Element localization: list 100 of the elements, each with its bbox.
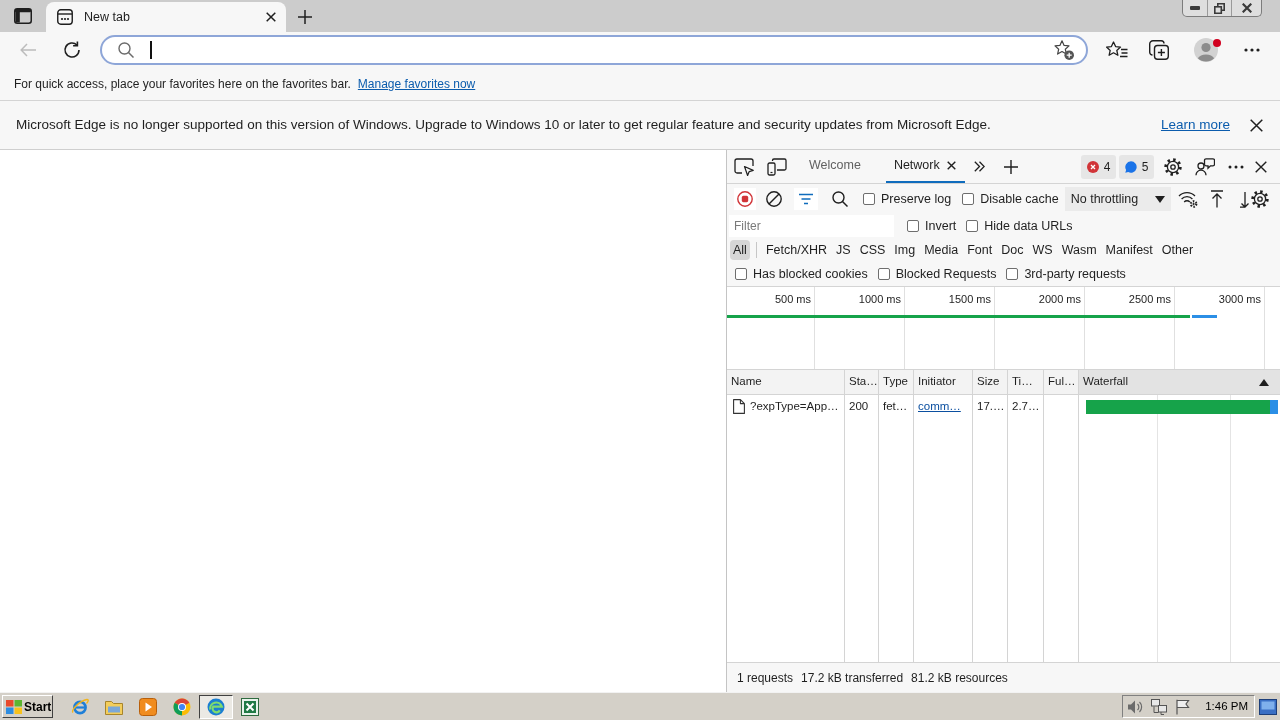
tick-label: 2500 ms	[1128, 292, 1171, 307]
checkbox-label: 3rd-party requests	[1024, 265, 1126, 283]
column-header[interactable]: Size	[973, 370, 1007, 395]
network-conditions-icon[interactable]	[1177, 190, 1198, 208]
clear-icon[interactable]	[766, 191, 782, 207]
message-icon	[1124, 160, 1137, 173]
request-name[interactable]: ?expType=App…	[750, 397, 839, 416]
column-header[interactable]: Initiator	[914, 370, 972, 395]
file-icon	[733, 399, 745, 414]
close-icon[interactable]	[1250, 118, 1263, 132]
ring-circle-icon	[173, 697, 191, 716]
checkbox-label: Preserve log	[881, 190, 952, 208]
type-filter[interactable]: Wasm	[1058, 240, 1100, 260]
checkbox[interactable]	[966, 220, 979, 232]
type-filter[interactable]: Fetch/XHR	[762, 240, 831, 260]
devtools-tab[interactable]: Welcome	[800, 150, 870, 183]
type-filter[interactable]: Other	[1158, 240, 1197, 260]
checkbox[interactable]	[907, 220, 919, 232]
unsupported-windows-message: Microsoft Edge is no longer supported on this version of Windows. Upgrade to Windows 10 or later to get regular feature and security updates from Microsoft Edge.	[16, 115, 991, 134]
devtools-tab[interactable]: Network	[885, 150, 965, 183]
download-icon[interactable]	[1238, 190, 1251, 208]
throttling-select[interactable]: No throttling	[1064, 187, 1171, 211]
checkbox-label: Hide data URLs	[984, 217, 1073, 235]
type-filter[interactable]: Doc	[998, 240, 1027, 260]
collections-icon[interactable]	[1149, 40, 1169, 60]
caret-down-icon	[1154, 195, 1165, 203]
type-filter[interactable]: Font	[964, 240, 996, 260]
refresh-icon[interactable]	[63, 41, 81, 59]
checkbox[interactable]	[962, 193, 975, 205]
show-desktop-icon[interactable]	[1259, 698, 1277, 715]
speaker-icon[interactable]	[1127, 698, 1144, 715]
favorites-bar-message: For quick access, place your favorites here on the favorites bar.	[14, 76, 351, 93]
settings-icon[interactable]	[1164, 157, 1182, 176]
new-tab-icon[interactable]	[298, 10, 312, 24]
type-filter[interactable]: Media	[921, 240, 962, 260]
table-cell-text: fet…	[882, 398, 909, 414]
avatar-icon[interactable]	[1194, 38, 1218, 62]
close-icon[interactable]	[1255, 160, 1267, 173]
close-icon	[1241, 3, 1252, 13]
settings-icon[interactable]	[1251, 190, 1269, 208]
device-icon[interactable]	[767, 157, 787, 176]
column-header[interactable]: Waterfall	[1079, 370, 1280, 395]
column-header[interactable]: Type	[879, 370, 913, 395]
browser-tab[interactable]: New tab	[46, 2, 286, 32]
learn-more-link[interactable]: Learn more	[1160, 114, 1230, 136]
search-icon[interactable]	[832, 191, 848, 207]
manage-favorites-link[interactable]: Manage favorites now	[357, 75, 476, 93]
swirl-icon	[207, 697, 225, 716]
start-button[interactable]: Start	[2, 695, 53, 718]
tick-label: 2000 ms	[1038, 292, 1081, 307]
message-count-button[interactable]: 5	[1119, 154, 1154, 179]
close-icon[interactable]	[946, 161, 956, 170]
checkbox[interactable]	[1006, 268, 1019, 280]
type-filter[interactable]: JS	[833, 240, 854, 260]
filter-button[interactable]	[794, 188, 818, 210]
more-icon[interactable]	[1228, 164, 1244, 169]
close-icon[interactable]	[266, 12, 276, 22]
column-header[interactable]: Ful…	[1044, 370, 1078, 395]
more-icon[interactable]	[1244, 48, 1260, 52]
tick-label: 3000 ms	[1218, 292, 1261, 307]
upload-icon[interactable]	[1209, 190, 1224, 208]
windows-logo-icon	[6, 699, 22, 714]
checkbox[interactable]	[863, 193, 875, 205]
checkbox-label: Disable cache	[980, 190, 1059, 208]
column-header[interactable]: Sta…	[845, 370, 878, 395]
table-cell-text: 200	[848, 398, 870, 414]
network-icon[interactable]	[1151, 698, 1168, 715]
type-filter[interactable]: WS	[1029, 240, 1056, 260]
record-icon	[737, 191, 753, 207]
type-filter[interactable]: CSS	[856, 240, 889, 260]
table-cell-text: 17.…	[976, 398, 1006, 414]
filter-icon	[798, 193, 814, 205]
checkbox[interactable]	[735, 268, 747, 280]
type-filter[interactable]: Img	[891, 240, 919, 260]
favorites-icon[interactable]	[1106, 41, 1128, 59]
column-header[interactable]: Name	[727, 370, 844, 395]
type-filter[interactable]: All	[730, 240, 750, 260]
record-button[interactable]	[734, 188, 756, 210]
initiator-link[interactable]: comm…	[918, 397, 961, 416]
clock: 1:46 PM	[1205, 698, 1248, 714]
chevrons-icon[interactable]	[973, 161, 985, 172]
checkbox[interactable]	[877, 268, 890, 280]
star-plus-icon[interactable]	[1054, 40, 1074, 60]
error-icon	[1086, 160, 1099, 173]
type-filter[interactable]: Manifest	[1102, 240, 1156, 260]
page-icon	[57, 9, 73, 25]
tick-label: 1500 ms	[948, 292, 991, 307]
filter-field[interactable]: Filter	[729, 215, 894, 237]
tick-label: 1000 ms	[858, 292, 901, 307]
error-count-button[interactable]: 4	[1081, 154, 1116, 179]
column-header[interactable]: Ti…	[1008, 370, 1043, 395]
summary-text: 1 requests	[737, 669, 794, 687]
add-tab-icon[interactable]	[1003, 159, 1018, 174]
minimize-icon	[1190, 6, 1200, 10]
tick-label: 500 ms	[774, 292, 811, 307]
inspect-icon[interactable]	[734, 157, 754, 176]
taskbar-button[interactable]	[199, 694, 233, 719]
flag-icon[interactable]	[1175, 698, 1192, 715]
window-panel-icon[interactable]	[14, 8, 32, 24]
feedback-icon[interactable]	[1195, 157, 1215, 176]
